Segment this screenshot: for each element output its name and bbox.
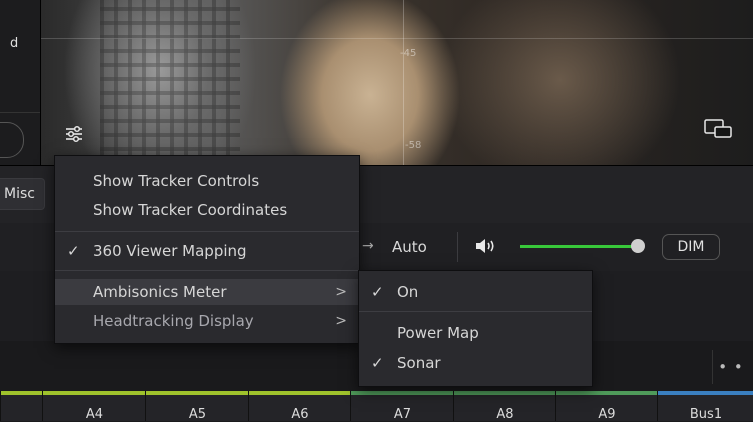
menu-item-label: Ambisonics Meter [93,283,227,301]
chevron-right-icon: > [335,284,347,300]
menu-item-headtracking-display[interactable]: Headtracking Display > [55,308,359,334]
dim-button[interactable]: DIM [662,234,720,260]
arrow-right-icon: → [362,238,374,254]
track-label: A6 [291,407,309,422]
viewer-options-button[interactable] [60,120,88,148]
menu-item-label: 360 Viewer Mapping [93,242,247,260]
track-label: Bus1 [689,407,723,422]
ambisonics-meter-submenu: ✓ On Power Map ✓ Sonar [358,270,593,387]
menu-item-show-tracker-coordinates[interactable]: Show Tracker Coordinates [55,197,359,223]
volume-slider-knob[interactable] [631,239,645,253]
submenu-item-label: Power Map [397,324,479,342]
track-label: A4 [85,407,104,422]
track-header-a9[interactable]: A9 [555,391,658,422]
track-header-a6[interactable]: A6 [248,391,351,422]
check-icon: ✓ [371,354,384,372]
submenu-item-label: On [397,283,419,301]
sliders-icon [66,125,82,143]
track-header-a4[interactable]: A4 [42,391,146,422]
viewer-gridline-vertical [403,0,404,165]
viewer: -45 -58 d [0,0,753,165]
auto-label[interactable]: Auto [392,238,427,256]
track-header-a7[interactable]: A7 [350,391,454,422]
speaker-icon[interactable] [474,236,500,256]
track-label: A9 [598,407,616,422]
more-options-button[interactable]: • • • [712,350,749,410]
track-header-a5[interactable]: A5 [145,391,249,422]
video-frame [40,0,753,165]
track-header-partial[interactable] [0,391,43,421]
submenu-item-power-map[interactable]: Power Map [359,320,592,346]
left-panel-divider [0,112,40,113]
track-headers: A4 A5 A6 A7 A8 A9 Bus1 [0,391,753,422]
menu-item-label: Show Tracker Coordinates [93,201,288,219]
misc-tab[interactable]: Misc [0,178,45,210]
check-icon: ✓ [371,283,384,301]
track-label: A5 [188,407,207,422]
volume-slider[interactable] [520,245,638,248]
grid-label-bottom: -58 [405,140,422,151]
left-panel-pill-button[interactable] [0,122,24,158]
menu-divider [359,311,592,312]
viewer-gridline-horizontal [40,38,753,39]
grid-label-top: -45 [400,48,417,59]
menu-item-show-tracker-controls[interactable]: Show Tracker Controls [55,168,359,194]
submenu-item-on[interactable]: ✓ On [359,279,592,305]
submenu-item-sonar[interactable]: ✓ Sonar [359,350,592,376]
viewer-options-menu: Show Tracker Controls Show Tracker Coord… [54,155,360,344]
chevron-right-icon: > [335,313,347,329]
menu-divider [55,231,359,232]
menu-item-label: Show Tracker Controls [93,172,260,190]
track-label: A8 [496,407,514,422]
check-icon: ✓ [67,242,80,260]
track-header-bus1[interactable]: Bus1 [657,391,753,422]
menu-item-label: Headtracking Display [93,312,254,330]
menu-item-ambisonics-meter[interactable]: Ambisonics Meter > [55,279,359,305]
submenu-item-label: Sonar [397,354,441,372]
picture-in-picture-icon[interactable] [703,118,735,140]
toolbar-separator [457,232,458,262]
menu-divider [55,270,359,271]
menu-item-360-viewer-mapping[interactable]: ✓ 360 Viewer Mapping [55,238,359,264]
left-panel: d [0,0,41,165]
left-panel-label: d [10,36,19,51]
track-label: A7 [393,407,412,422]
track-header-a8[interactable]: A8 [453,391,556,422]
video-plaid-texture [100,0,240,165]
